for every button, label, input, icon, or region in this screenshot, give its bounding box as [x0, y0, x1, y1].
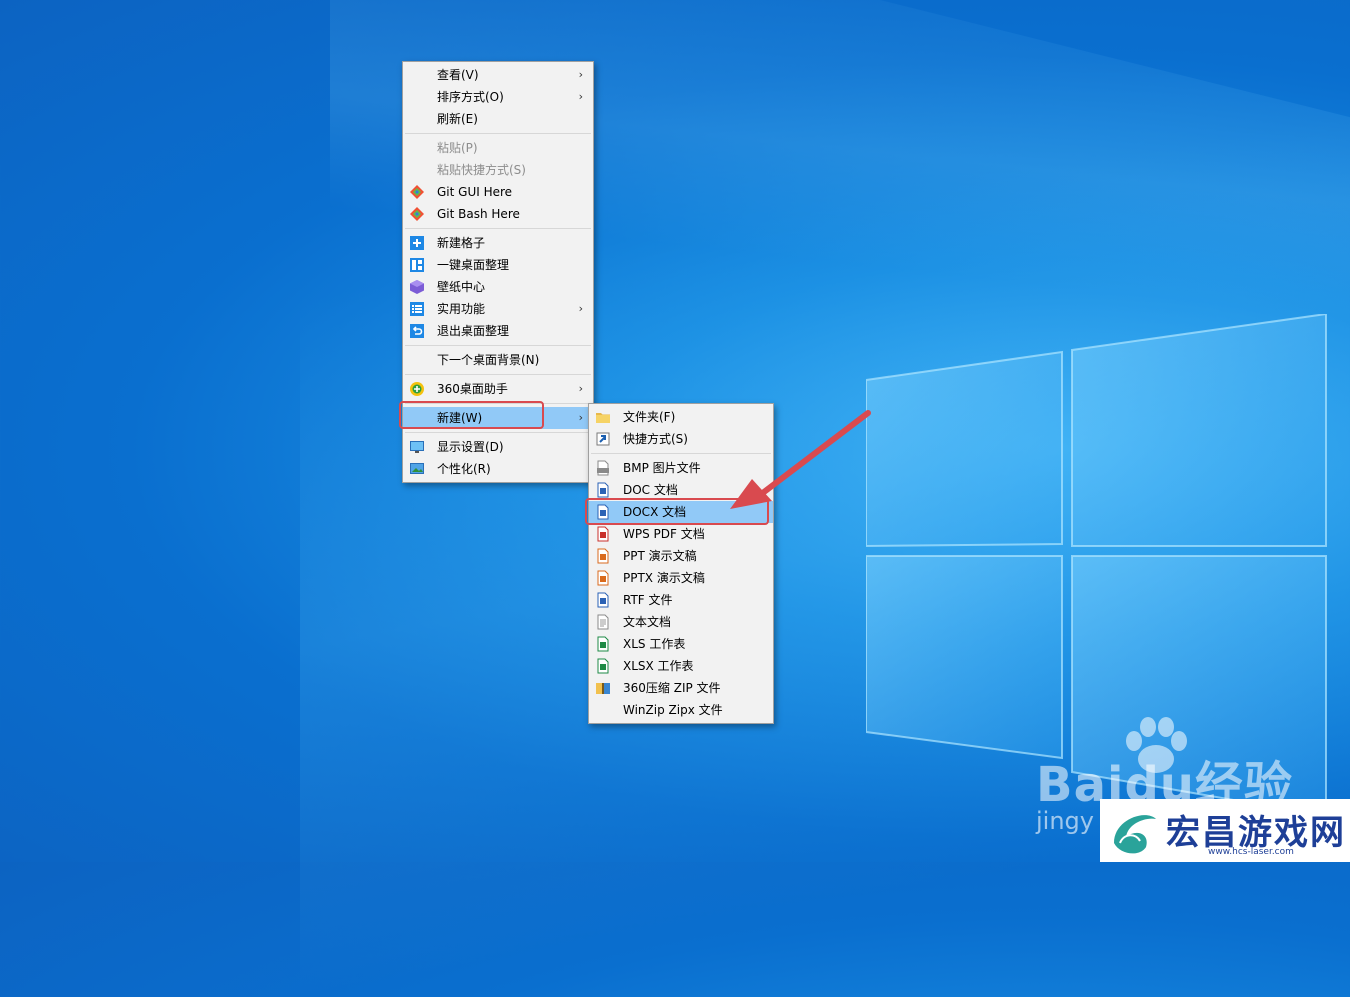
menu-item-label: 粘贴(P)	[437, 141, 478, 155]
menu-item-label: 退出桌面整理	[437, 324, 510, 338]
menu-item-360-assistant[interactable]: 360桌面助手 ›	[403, 378, 593, 400]
new-rtf-item[interactable]: RTF 文件	[589, 589, 773, 611]
menu-item-label: 刷新(E)	[437, 112, 478, 126]
baidu-subtext: jingy	[1036, 807, 1094, 835]
menu-item-label: Git Bash Here	[437, 207, 520, 221]
pdf-icon	[597, 526, 609, 542]
menu-item-label: RTF 文件	[623, 593, 673, 607]
menu-item-wallpaper-center[interactable]: 壁纸中心	[403, 276, 593, 298]
menu-item-label: BMP 图片文件	[623, 461, 701, 475]
menu-item-label: 360压缩 ZIP 文件	[623, 681, 721, 695]
annotation-highlight-box	[399, 401, 544, 429]
menu-item-label: PPT 演示文稿	[623, 549, 697, 563]
menu-item-label: 快捷方式(S)	[623, 432, 688, 446]
menu-item-label: XLSX 工作表	[623, 659, 694, 673]
annotation-arrow-icon	[730, 410, 871, 509]
menu-item-view[interactable]: 查看(V) ›	[403, 64, 593, 86]
bmp-icon	[597, 460, 609, 476]
360-icon	[410, 382, 424, 396]
site-watermark-badge: 宏昌游戏网 www.hcs-laser.com	[1100, 799, 1350, 862]
menu-item-label: 粘贴快捷方式(S)	[437, 163, 526, 177]
personalize-icon	[410, 463, 424, 474]
site-url-text: www.hcs-laser.com	[1208, 847, 1294, 857]
menu-item-desktop-organize[interactable]: 一键桌面整理	[403, 254, 593, 276]
layout-icon	[410, 258, 424, 272]
dragon-logo-icon	[1114, 815, 1156, 854]
menu-item-label: WPS PDF 文档	[623, 527, 705, 541]
menu-item-label: 显示设置(D)	[437, 440, 504, 454]
menu-item-sort[interactable]: 排序方式(O) ›	[403, 86, 593, 108]
menu-item-exit-organize[interactable]: 退出桌面整理	[403, 320, 593, 342]
git-icon	[410, 207, 424, 221]
new-xls-item[interactable]: XLS 工作表	[589, 633, 773, 655]
menu-item-label: 一键桌面整理	[437, 258, 510, 272]
menu-item-next-background[interactable]: 下一个桌面背景(N)	[403, 349, 593, 371]
list-icon	[410, 302, 424, 316]
folder-icon	[596, 413, 610, 423]
windows-logo-wallpaper	[866, 314, 1327, 816]
menu-separator	[405, 432, 591, 433]
menu-item-git-gui[interactable]: Git GUI Here	[403, 181, 593, 203]
menu-item-paste[interactable]: 粘贴(P)	[403, 137, 593, 159]
menu-item-label: 实用功能	[437, 302, 486, 316]
menu-item-label: Git GUI Here	[437, 185, 513, 199]
menu-item-label: DOC 文档	[623, 483, 678, 497]
word-icon	[597, 592, 609, 608]
text-file-icon	[597, 614, 609, 630]
exit-icon	[410, 324, 424, 338]
zip-icon	[596, 683, 610, 694]
menu-item-refresh[interactable]: 刷新(E)	[403, 108, 593, 130]
menu-separator	[405, 228, 591, 229]
menu-separator	[405, 133, 591, 134]
new-zipx-item[interactable]: WinZip Zipx 文件	[589, 699, 773, 721]
menu-item-label: 排序方式(O)	[437, 90, 504, 104]
baidu-paw-icon	[1126, 717, 1187, 773]
menu-separator	[405, 345, 591, 346]
menu-item-personalize[interactable]: 个性化(R)	[403, 458, 593, 480]
monitor-icon	[410, 441, 424, 453]
new-pptx-item[interactable]: PPTX 演示文稿	[589, 567, 773, 589]
menu-separator	[405, 374, 591, 375]
git-icon	[410, 185, 424, 199]
cube-icon	[410, 280, 424, 294]
menu-item-label: 新建格子	[437, 236, 486, 250]
chevron-right-icon: ›	[578, 382, 583, 395]
plus-box-icon	[410, 236, 424, 250]
menu-item-label: 文件夹(F)	[623, 410, 676, 424]
ppt-icon	[597, 570, 609, 586]
menu-item-label: XLS 工作表	[623, 637, 686, 651]
menu-item-label: WinZip Zipx 文件	[623, 703, 723, 717]
menu-item-label: 查看(V)	[437, 68, 479, 82]
new-pdf-item[interactable]: WPS PDF 文档	[589, 523, 773, 545]
chevron-right-icon: ›	[578, 90, 583, 103]
menu-item-git-bash[interactable]: Git Bash Here	[403, 203, 593, 225]
new-xlsx-item[interactable]: XLSX 工作表	[589, 655, 773, 677]
excel-icon	[597, 636, 609, 652]
shortcut-icon	[596, 432, 610, 446]
word-icon	[597, 482, 609, 498]
menu-item-label: PPTX 演示文稿	[623, 571, 705, 585]
menu-item-new-grid[interactable]: 新建格子	[403, 232, 593, 254]
menu-item-paste-shortcut[interactable]: 粘贴快捷方式(S)	[403, 159, 593, 181]
menu-item-label: 文本文档	[623, 615, 672, 629]
menu-item-display-settings[interactable]: 显示设置(D)	[403, 436, 593, 458]
chevron-right-icon: ›	[578, 68, 583, 81]
menu-item-label: 360桌面助手	[437, 382, 508, 396]
chevron-right-icon: ›	[578, 411, 583, 424]
menu-item-label: 个性化(R)	[437, 462, 491, 476]
menu-item-label: 下一个桌面背景(N)	[437, 353, 540, 367]
chevron-right-icon: ›	[578, 302, 583, 315]
menu-item-utilities[interactable]: 实用功能 ›	[403, 298, 593, 320]
excel-icon	[597, 658, 609, 674]
ppt-icon	[597, 548, 609, 564]
new-zip-item[interactable]: 360压缩 ZIP 文件	[589, 677, 773, 699]
new-ppt-item[interactable]: PPT 演示文稿	[589, 545, 773, 567]
menu-item-label: 壁纸中心	[437, 280, 486, 294]
new-text-item[interactable]: 文本文档	[589, 611, 773, 633]
